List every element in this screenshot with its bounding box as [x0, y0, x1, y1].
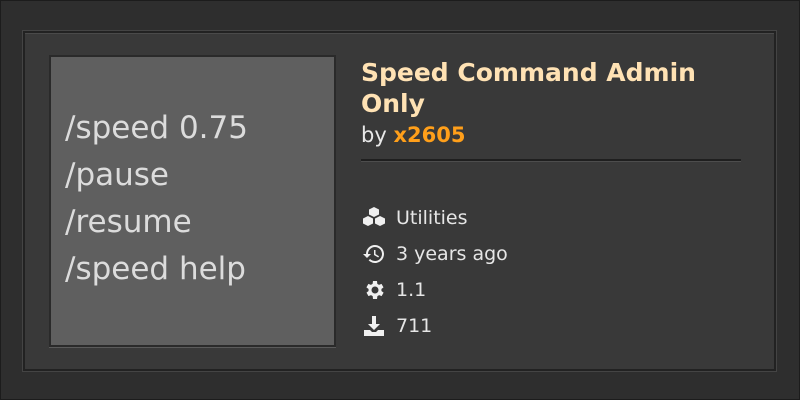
downloads-text: 711 [396, 315, 433, 337]
version-row: 1.1 [361, 272, 741, 308]
gear-icon [361, 277, 387, 303]
updated-text: 3 years ago [396, 243, 508, 265]
by-label: by [361, 123, 387, 147]
thumbnail-line: /resume [65, 204, 192, 240]
divider [361, 159, 741, 162]
mod-meta: Utilities 3 years ago 1.1 711 [361, 200, 741, 344]
category-text[interactable]: Utilities [396, 207, 468, 229]
author-link[interactable]: x2605 [393, 123, 465, 147]
download-icon [361, 313, 387, 339]
thumbnail-text: /speed 0.75 /pause /resume /speed help [65, 105, 248, 293]
thumbnail-line: /pause [65, 157, 169, 193]
mod-card[interactable]: /speed 0.75 /pause /resume /speed help S… [23, 31, 776, 371]
thumbnail-line: /speed 0.75 [65, 110, 248, 146]
mod-thumbnail[interactable]: /speed 0.75 /pause /resume /speed help [49, 55, 336, 347]
mod-title[interactable]: Speed Command Admin Only [361, 57, 741, 119]
version-text: 1.1 [396, 279, 427, 301]
downloads-row: 711 [361, 308, 741, 344]
category-row: Utilities [361, 200, 741, 236]
byline: by x2605 [361, 123, 741, 147]
history-icon [361, 241, 387, 267]
page-frame: /speed 0.75 /pause /resume /speed help S… [0, 0, 800, 400]
updated-row: 3 years ago [361, 236, 741, 272]
mod-info: Speed Command Admin Only by x2605 Utilit… [361, 57, 741, 344]
cubes-icon [361, 205, 387, 231]
thumbnail-line: /speed help [65, 251, 246, 287]
